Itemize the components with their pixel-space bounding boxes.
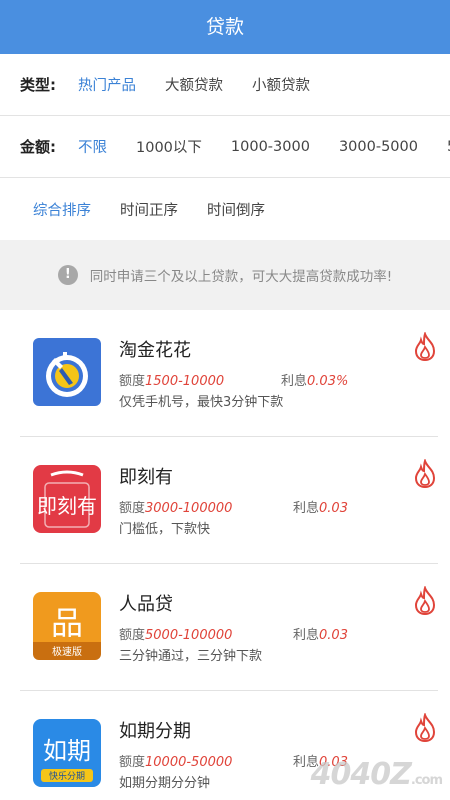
- amount-filter-row: 金额: 不限 1000以下 1000-3000 3000-5000 5000: [0, 116, 450, 178]
- amount-filter-label: 金额:: [20, 138, 56, 156]
- amount-option-1000-3000[interactable]: 1000-3000: [231, 139, 310, 155]
- type-option-large[interactable]: 大额贷款: [165, 74, 223, 95]
- fire-icon: [414, 713, 436, 743]
- sort-row: 综合排序 时间正序 时间倒序: [0, 178, 450, 240]
- jikeyou-logo-icon: 即刻有: [33, 465, 101, 533]
- ruqi-logo-subtext: 快乐分期: [49, 770, 85, 782]
- jikeyou-logo-text: 即刻有: [37, 494, 97, 518]
- notice-text: 同时申请三个及以上贷款，可大大提高贷款成功率!: [89, 269, 393, 285]
- product-name: 即刻有: [119, 467, 173, 488]
- product-rate: 利息0.03: [293, 628, 348, 643]
- product-amount: 额度3000-100000: [119, 501, 233, 516]
- product-rate: 利息0.03: [293, 501, 348, 516]
- product-rate: 利息0.03%: [281, 374, 349, 389]
- product-desc: 如期分期分分钟: [119, 776, 211, 791]
- type-option-small[interactable]: 小额贷款: [252, 74, 310, 95]
- ruqi-logo-text: 如期: [43, 737, 91, 765]
- type-filter-row: 类型: 热门产品 大额贷款 小额贷款: [0, 54, 450, 116]
- amount-option-3000-5000[interactable]: 3000-5000: [339, 139, 418, 155]
- product-item-taojin[interactable]: 淘金花花 额度1500-10000 利息0.03% 仅凭手机号，最快3分钟下款: [0, 310, 450, 437]
- product-desc: 三分钟通过，三分钟下款: [119, 649, 263, 664]
- sort-option-overall[interactable]: 综合排序: [33, 199, 91, 220]
- renpindai-logo-text: 品: [51, 604, 83, 642]
- page-title: 贷款: [205, 16, 244, 38]
- type-filter-label: 类型:: [20, 76, 56, 94]
- renpindai-logo-icon: 品 极速版: [33, 592, 101, 660]
- amount-option-unlimited[interactable]: 不限: [78, 136, 107, 157]
- product-amount: 额度5000-100000: [119, 628, 233, 643]
- exclamation-circle-icon: !: [57, 265, 78, 285]
- product-item-renpindai[interactable]: 品 极速版 人品贷 额度5000-100000 利息0.03 三分钟通过，三分钟…: [0, 564, 450, 691]
- taojin-logo-icon: [33, 338, 101, 406]
- type-option-hot[interactable]: 热门产品: [78, 74, 136, 95]
- amount-option-under-1000[interactable]: 1000以下: [136, 136, 202, 157]
- product-amount: 额度10000-50000: [119, 755, 233, 770]
- product-amount: 额度1500-10000: [119, 374, 225, 389]
- page-header: 贷款: [0, 0, 450, 54]
- sort-option-time-desc[interactable]: 时间倒序: [207, 199, 265, 220]
- product-desc: 门槛低，下款快: [119, 522, 211, 537]
- ruqi-logo-icon: 如期 快乐分期: [33, 719, 101, 787]
- product-list: 淘金花花 额度1500-10000 利息0.03% 仅凭手机号，最快3分钟下款 …: [0, 310, 450, 800]
- notice-banner: ! 同时申请三个及以上贷款，可大大提高贷款成功率!: [0, 240, 450, 310]
- product-name: 淘金花花: [119, 340, 191, 361]
- renpindai-logo-subtext: 极速版: [52, 645, 82, 658]
- product-desc: 仅凭手机号，最快3分钟下款: [119, 395, 284, 410]
- sort-option-time-asc[interactable]: 时间正序: [120, 199, 178, 220]
- fire-icon: [414, 586, 436, 616]
- watermark-logo: 4040Z.com: [310, 757, 443, 792]
- fire-icon: [414, 459, 436, 489]
- fire-icon: [414, 332, 436, 362]
- product-name: 人品贷: [119, 594, 173, 615]
- product-name: 如期分期: [119, 721, 191, 742]
- product-item-jikeyou[interactable]: 即刻有 即刻有 额度3000-100000 利息0.03 门槛低，下款快: [0, 437, 450, 564]
